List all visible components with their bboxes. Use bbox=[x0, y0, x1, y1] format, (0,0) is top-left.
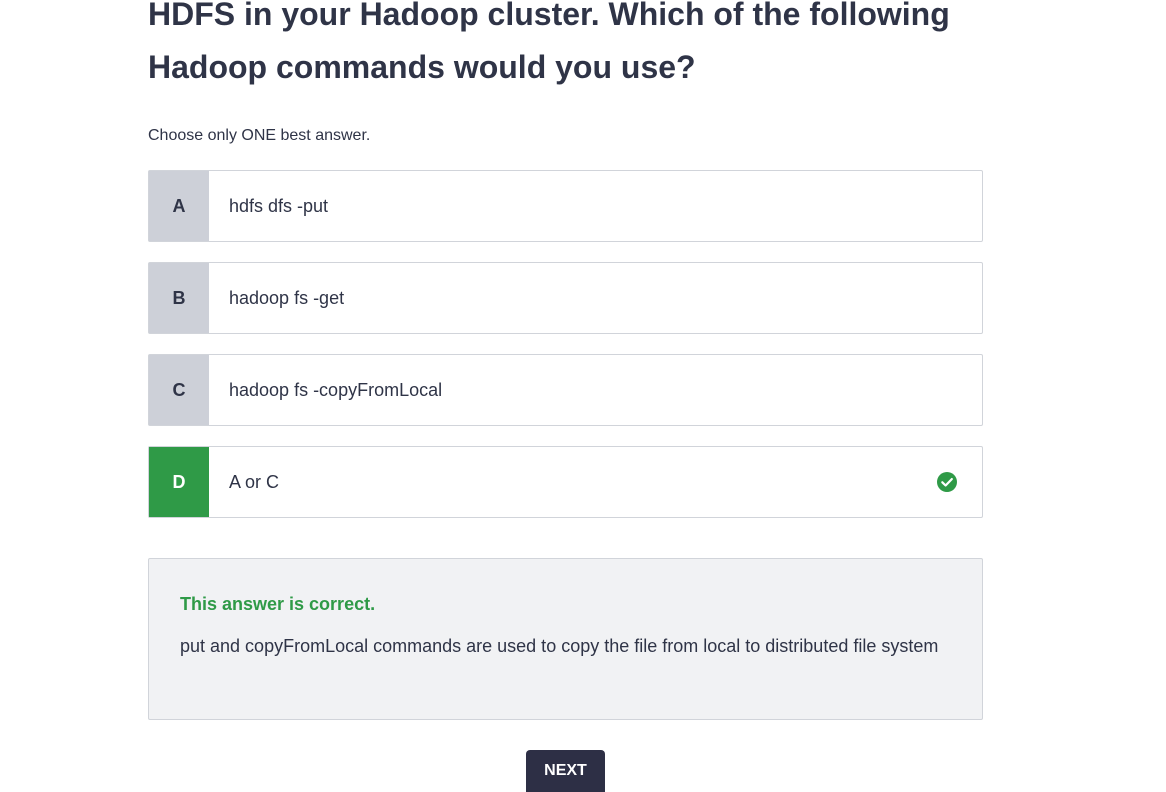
next-button[interactable]: NEXT bbox=[526, 750, 605, 792]
answer-instruction: Choose only ONE best answer. bbox=[148, 127, 371, 144]
question-text: HDFS in your Hadoop cluster. Which of th… bbox=[148, 0, 950, 85]
option-text: hadoop fs -copyFromLocal bbox=[229, 379, 443, 400]
option-text: hdfs dfs -put bbox=[229, 195, 329, 216]
option-a[interactable]: A hdfs dfs -put bbox=[148, 170, 983, 242]
option-letter: D bbox=[149, 447, 209, 517]
option-d[interactable]: D A or C bbox=[148, 446, 983, 518]
option-letter: C bbox=[149, 355, 209, 425]
feedback-panel: This answer is correct. put and copyFrom… bbox=[148, 558, 983, 720]
option-b[interactable]: B hadoop fs -get bbox=[148, 262, 983, 334]
option-text: hadoop fs -get bbox=[229, 287, 345, 308]
feedback-title: This answer is correct. bbox=[180, 594, 376, 614]
option-letter: A bbox=[149, 171, 209, 241]
feedback-explanation: put and copyFromLocal commands are used … bbox=[180, 636, 939, 656]
option-letter: B bbox=[149, 263, 209, 333]
answer-options: A hdfs dfs -put B hadoop fs -get C hadoo… bbox=[148, 170, 983, 538]
option-text: A or C bbox=[229, 471, 280, 492]
check-circle-icon bbox=[937, 472, 957, 492]
option-c[interactable]: C hadoop fs -copyFromLocal bbox=[148, 354, 983, 426]
quiz-page: HDFS in your Hadoop cluster. Which of th… bbox=[0, 0, 1166, 792]
